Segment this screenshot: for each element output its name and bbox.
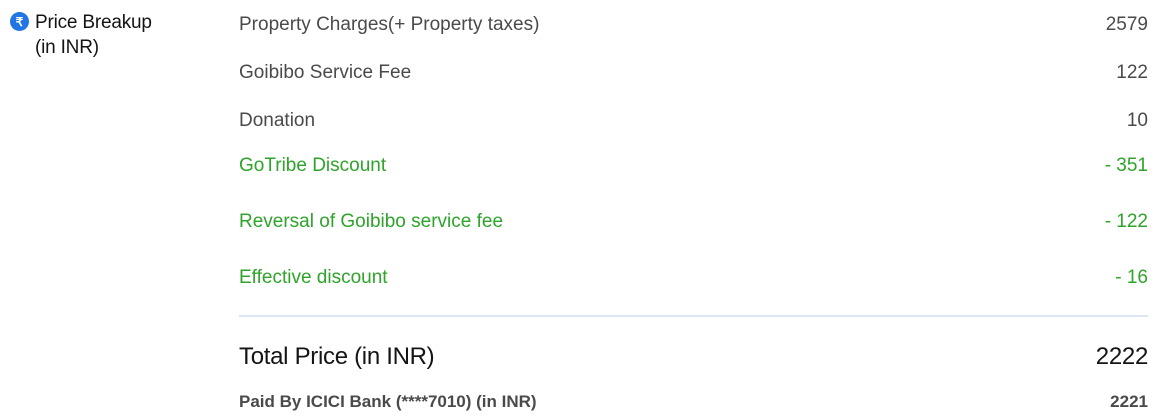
line-item-value: 122: [1116, 62, 1148, 83]
price-breakup-title: Price Breakup (in INR): [35, 10, 152, 60]
line-item-effective-discount: Effective discount - 16: [239, 263, 1148, 293]
line-item-property-charges: Property Charges(+ Property taxes) 2579: [239, 10, 1148, 40]
price-breakup-panel: ₹ Price Breakup (in INR) Property Charge…: [0, 0, 1154, 418]
line-item-value: - 16: [1115, 267, 1148, 288]
line-item-label: Reversal of Goibibo service fee: [239, 211, 504, 232]
price-breakup-header: ₹ Price Breakup (in INR): [10, 10, 210, 60]
line-item-service-fee-reversal: Reversal of Goibibo service fee - 122: [239, 207, 1148, 237]
line-item-value: 10: [1126, 110, 1148, 131]
line-item-value: - 122: [1104, 211, 1148, 232]
line-item-label: GoTribe Discount: [239, 155, 387, 176]
paid-by-label: Paid By ICICI Bank (****7010) (in INR): [239, 392, 537, 411]
line-item-label: Donation: [239, 110, 316, 131]
line-item-label: Effective discount: [239, 267, 388, 288]
total-price-label: Total Price (in INR): [239, 343, 435, 370]
total-divider: [239, 315, 1148, 317]
paid-by-value: 2221: [1110, 392, 1148, 411]
line-item-service-fee: Goibibo Service Fee 122: [239, 58, 1148, 88]
price-breakup-title-line1: Price Breakup: [35, 12, 152, 33]
rupee-icon: ₹: [10, 12, 29, 31]
price-breakup-title-line2: (in INR): [35, 37, 99, 58]
line-item-value: - 351: [1104, 155, 1148, 176]
line-item-donation: Donation 10: [239, 106, 1148, 136]
line-item-label: Goibibo Service Fee: [239, 62, 412, 83]
line-item-gotribe-discount: GoTribe Discount - 351: [239, 151, 1148, 181]
total-price-row: Total Price (in INR) 2222: [239, 343, 1148, 371]
line-item-value: 2579: [1105, 14, 1148, 35]
line-item-label: Property Charges(+ Property taxes): [239, 14, 540, 35]
paid-by-row: Paid By ICICI Bank (****7010) (in INR) 2…: [239, 392, 1148, 412]
total-price-value: 2222: [1095, 343, 1149, 370]
